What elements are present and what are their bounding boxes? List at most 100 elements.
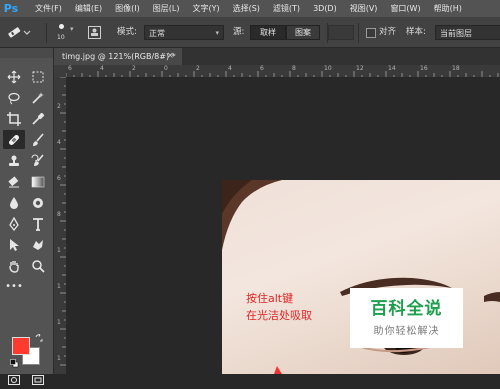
ruler-label: 18: [452, 65, 460, 72]
ruler-label: 14: [388, 65, 396, 72]
ruler-label: 2: [196, 65, 200, 72]
screen-mode-button[interactable]: [27, 370, 49, 389]
band-aid-icon: [9, 134, 19, 145]
ruler-label: 12: [356, 65, 364, 72]
tool-preset-picker[interactable]: [5, 25, 31, 42]
clone-source-panel-button[interactable]: [88, 26, 101, 42]
brush-icon: [33, 132, 44, 146]
toolbox-grip[interactable]: [0, 48, 53, 58]
watermark-title: 百科全说: [370, 299, 443, 319]
brush-picker[interactable]: 10: [55, 22, 69, 44]
brush-tool[interactable]: [27, 130, 49, 149]
sample-label: 样本:: [406, 27, 426, 37]
sample-dropdown[interactable]: 当前图层: [435, 25, 500, 40]
close-icon[interactable]: ×: [166, 48, 174, 65]
ruler-label: 4: [100, 65, 104, 72]
eyedropper-tool[interactable]: [27, 109, 49, 128]
menu-view[interactable]: 视图(V): [337, 0, 378, 17]
clone-source-icon: [88, 26, 101, 39]
zoom-tool[interactable]: [27, 256, 49, 275]
ruler-label: 1: [57, 355, 61, 362]
swap-colors-icon[interactable]: [35, 333, 43, 345]
healing-brush-tool[interactable]: [3, 130, 25, 149]
pen-icon: [9, 216, 19, 231]
source-pattern-button[interactable]: 图案: [286, 25, 320, 40]
menu-bar: Ps 文件(F) 编辑(E) 图像(I) 图层(L) 文字(Y) 选择(S) 滤…: [0, 0, 500, 17]
annotation-line-1: 按住alt键: [246, 292, 294, 305]
document-tab-bar: timg.jpg @ 121%(RGB/8#) * ×: [54, 48, 500, 65]
document-image[interactable]: 按住alt键 在光洁处吸取 百科全说 助你轻松解决: [222, 180, 500, 374]
magnifier-icon: [32, 259, 45, 273]
brush-size-value: 10: [57, 34, 65, 41]
crop-tool[interactable]: [3, 109, 25, 128]
menu-3d[interactable]: 3D(D): [300, 0, 337, 17]
eyedropper-icon: [32, 112, 45, 125]
menu-edit[interactable]: 编辑(E): [62, 0, 102, 17]
menu-window[interactable]: 窗口(W): [377, 0, 420, 17]
document-tab[interactable]: timg.jpg @ 121%(RGB/8#) * ×: [54, 48, 182, 65]
ruler-label: 6: [68, 65, 72, 72]
crop-icon: [7, 111, 21, 126]
aligned-checkbox[interactable]: [366, 28, 376, 38]
more-dots-icon: •••: [5, 281, 23, 292]
dodge-tool[interactable]: [27, 193, 49, 212]
menu-type[interactable]: 文字(Y): [179, 0, 219, 17]
canvas-area[interactable]: 按住alt键 在光洁处吸取 百科全说 助你轻松解决: [66, 77, 500, 374]
ruler-label: 1: [57, 283, 61, 290]
water-drop-icon: [10, 196, 18, 209]
pattern-picker[interactable]: [328, 25, 354, 40]
lasso-tool[interactable]: [3, 88, 25, 107]
menu-items: 文件(F) 编辑(E) 图像(I) 图层(L) 文字(Y) 选择(S) 滤镜(T…: [22, 0, 462, 17]
type-icon: [33, 217, 43, 231]
move-tool[interactable]: [3, 67, 25, 86]
sample-value: 当前图层: [440, 29, 472, 38]
toolbox: •••: [0, 48, 54, 385]
photoshop-logo: Ps: [3, 2, 19, 15]
document-tab-title: timg.jpg @ 121%(RGB/8#) *: [62, 52, 176, 61]
separator: [46, 23, 47, 43]
shape-tool[interactable]: [27, 235, 49, 254]
ruler-label: 2: [57, 103, 61, 110]
type-tool[interactable]: [27, 214, 49, 233]
ruler-corner[interactable]: [54, 65, 66, 77]
quick-mask-icon: [8, 374, 20, 385]
foreground-color-swatch[interactable]: [12, 337, 30, 355]
hand-tool[interactable]: [3, 256, 25, 275]
quick-mask-button[interactable]: [3, 370, 25, 389]
history-brush-icon: [31, 154, 44, 166]
menu-select[interactable]: 选择(S): [220, 0, 260, 17]
ruler-label: 8: [292, 65, 296, 72]
pen-tool[interactable]: [3, 214, 25, 233]
ruler-label: 1: [57, 319, 61, 326]
history-brush-tool[interactable]: [27, 151, 49, 170]
hand-icon: [9, 260, 19, 273]
ruler-label: 8: [57, 211, 61, 218]
clone-stamp-tool[interactable]: [3, 151, 25, 170]
eraser-icon: [8, 175, 19, 187]
marquee-tool[interactable]: [27, 67, 49, 86]
dodge-icon: [33, 197, 43, 208]
blur-tool[interactable]: [3, 193, 25, 212]
menu-file[interactable]: 文件(F): [22, 0, 62, 17]
menu-image[interactable]: 图像(I): [102, 0, 140, 17]
watermark-badge: 百科全说 助你轻松解决: [350, 288, 463, 348]
menu-help[interactable]: 帮助(H): [421, 0, 462, 17]
menu-filter[interactable]: 滤镜(T): [260, 0, 300, 17]
ruler-label: 1: [57, 247, 61, 254]
chevron-down-icon[interactable]: ▾: [70, 25, 74, 33]
ruler-label: 6: [260, 65, 264, 72]
source-label: 源:: [233, 27, 245, 37]
mode-label: 模式:: [117, 27, 137, 37]
edit-toolbar-button[interactable]: •••: [3, 277, 25, 296]
move-icon: [7, 70, 21, 83]
gradient-tool[interactable]: [27, 172, 49, 191]
eraser-tool[interactable]: [3, 172, 25, 191]
path-selection-tool[interactable]: [3, 235, 25, 254]
ruler-label: 4: [228, 65, 232, 72]
source-sampled-button[interactable]: 取样: [250, 25, 286, 40]
magic-wand-tool[interactable]: [27, 88, 49, 107]
menu-layer[interactable]: 图层(L): [140, 0, 180, 17]
mode-dropdown[interactable]: 正常 ▾: [144, 25, 224, 40]
arrow-cursor-icon: [10, 238, 19, 251]
ruler-label: 6: [57, 175, 61, 182]
